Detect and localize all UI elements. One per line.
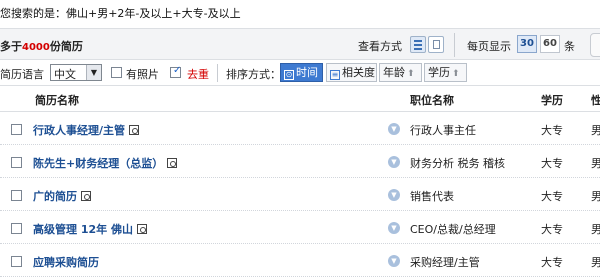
chevron-down-icon[interactable]: ▼ (86, 65, 101, 80)
toolbar-extra-button[interactable] (590, 33, 600, 57)
per-page-unit: 条 (564, 40, 575, 53)
list-view-icon[interactable] (410, 36, 426, 53)
row-checkbox[interactable] (11, 190, 22, 201)
resume-name-link[interactable]: 陈先生+财务经理（总监） (33, 155, 178, 171)
table-row: 广的简历 ▼ 销售代表 大专 男 (0, 178, 600, 211)
resume-name-link[interactable]: 广的简历 (33, 188, 91, 204)
table-row: 应聘采购简历 ▼ 采购经理/主管 大专 男 (0, 244, 600, 277)
count-suffix: 份简历 (49, 40, 83, 53)
sort-label: 排序方式： (226, 68, 281, 81)
row-checkbox[interactable] (11, 223, 22, 234)
dedup-label[interactable]: 去重 (187, 66, 209, 82)
per-page-60-button[interactable]: 60 (540, 35, 560, 53)
resume-name[interactable]: 广的简历 (33, 190, 77, 203)
chevron-down-icon[interactable]: ▼ (388, 156, 400, 168)
job-title: 采购经理/主管 (410, 256, 480, 269)
arrow-up-icon: ⬆ (452, 69, 460, 79)
resume-icon (81, 191, 91, 201)
resume-name[interactable]: 高级管理 12年 佛山 (33, 223, 133, 236)
resume-name[interactable]: 应聘采购简历 (33, 256, 99, 269)
job-title: 销售代表 (410, 190, 454, 203)
education: 大专 (541, 190, 563, 203)
job-title: 财务分析 税务 稽核 (410, 157, 505, 170)
row-checkbox[interactable] (11, 256, 22, 267)
resume-icon (129, 125, 140, 135)
per-page-30-button[interactable]: 30 (517, 35, 537, 53)
grid-view-icon[interactable] (428, 36, 444, 53)
dedup-checkbox[interactable]: ✓ (170, 65, 182, 78)
header-job-title: 职位名称 (410, 94, 454, 107)
table-row: 行政人事经理/主管 ▼ 行政人事主任 大专 男 (0, 112, 600, 145)
sort-relevance-label: 相关度 (342, 66, 375, 79)
header-resume-name: 简历名称 (35, 94, 79, 107)
education: 大专 (541, 223, 563, 236)
resume-name-link[interactable]: 应聘采购简历 (33, 254, 99, 270)
has-photo-checkbox[interactable] (111, 67, 122, 78)
filter-bar: 简历语言 中文 ▼ 有照片 ✓ 去重 排序方式： ⊙ 时间 ≡ 相关度 年龄 ⬆ 学历… (0, 60, 600, 86)
search-summary: 您搜索的是：佛山+男+2年-及以上+大专-及以上 (0, 7, 241, 20)
count-value: 4000 (22, 42, 50, 53)
table-row: 高级管理 12年 佛山 ▼ CEO/总裁/总经理 大专 男 (0, 211, 600, 244)
resume-icon (167, 158, 178, 168)
clock-icon: ⊙ (284, 70, 294, 80)
sort-age-label: 年龄 (383, 66, 405, 79)
gender: 男 (591, 124, 600, 137)
resume-language-select[interactable]: 中文 ▼ (50, 64, 102, 81)
education: 大专 (541, 124, 563, 137)
arrow-up-icon: ⬆ (407, 69, 415, 79)
row-checkbox[interactable] (11, 124, 22, 135)
checkmark-icon: ✓ (173, 65, 182, 76)
gender: 男 (591, 223, 600, 236)
resume-name-link[interactable]: 行政人事经理/主管 (33, 122, 140, 138)
resume-name[interactable]: 行政人事经理/主管 (33, 124, 125, 137)
education: 大专 (541, 157, 563, 170)
chevron-down-icon[interactable]: ▼ (388, 123, 400, 135)
sort-by-education-button[interactable]: 学历 ⬆ (424, 63, 467, 82)
gender: 男 (591, 190, 600, 203)
header-gender: 性 (591, 94, 600, 107)
resume-name-link[interactable]: 高级管理 12年 佛山 (33, 221, 147, 237)
chevron-down-icon[interactable]: ▼ (388, 222, 400, 234)
table-row: 陈先生+财务经理（总监） ▼ 财务分析 税务 稽核 大专 男 (0, 145, 600, 178)
relevance-icon: ≡ (330, 70, 340, 80)
count-prefix: 多于 (0, 40, 22, 53)
sort-by-time-button[interactable]: ⊙ 时间 (280, 63, 323, 82)
resume-language-value: 中文 (54, 68, 76, 81)
sort-by-relevance-button[interactable]: ≡ 相关度 (326, 63, 377, 82)
result-count: 多于4000份简历 (0, 38, 83, 54)
sort-education-label: 学历 (428, 66, 450, 79)
chevron-down-icon[interactable]: ▼ (388, 255, 400, 267)
row-checkbox[interactable] (11, 157, 22, 168)
resume-icon (136, 224, 147, 234)
resume-language-label: 简历语言 (0, 68, 44, 81)
job-title: 行政人事主任 (410, 124, 476, 137)
resume-name[interactable]: 陈先生+财务经理（总监） (33, 157, 163, 170)
gender: 男 (591, 256, 600, 269)
education: 大专 (541, 256, 563, 269)
gender: 男 (591, 157, 600, 170)
view-mode-label: 查看方式 (358, 40, 402, 53)
table-header: 简历名称 职位名称 学历 性 (0, 86, 600, 112)
results-toolbar: 多于4000份简历 查看方式 每页显示 30 60 条 (0, 28, 600, 60)
divider (454, 33, 455, 57)
has-photo-label[interactable]: 有照片 (126, 66, 159, 82)
sort-by-age-button[interactable]: 年龄 ⬆ (379, 63, 422, 82)
sort-time-label: 时间 (296, 66, 318, 79)
per-page-label: 每页显示 (467, 40, 511, 53)
header-education: 学历 (541, 94, 563, 107)
chevron-down-icon[interactable]: ▼ (388, 189, 400, 201)
divider (217, 64, 218, 82)
job-title: CEO/总裁/总经理 (410, 223, 496, 236)
